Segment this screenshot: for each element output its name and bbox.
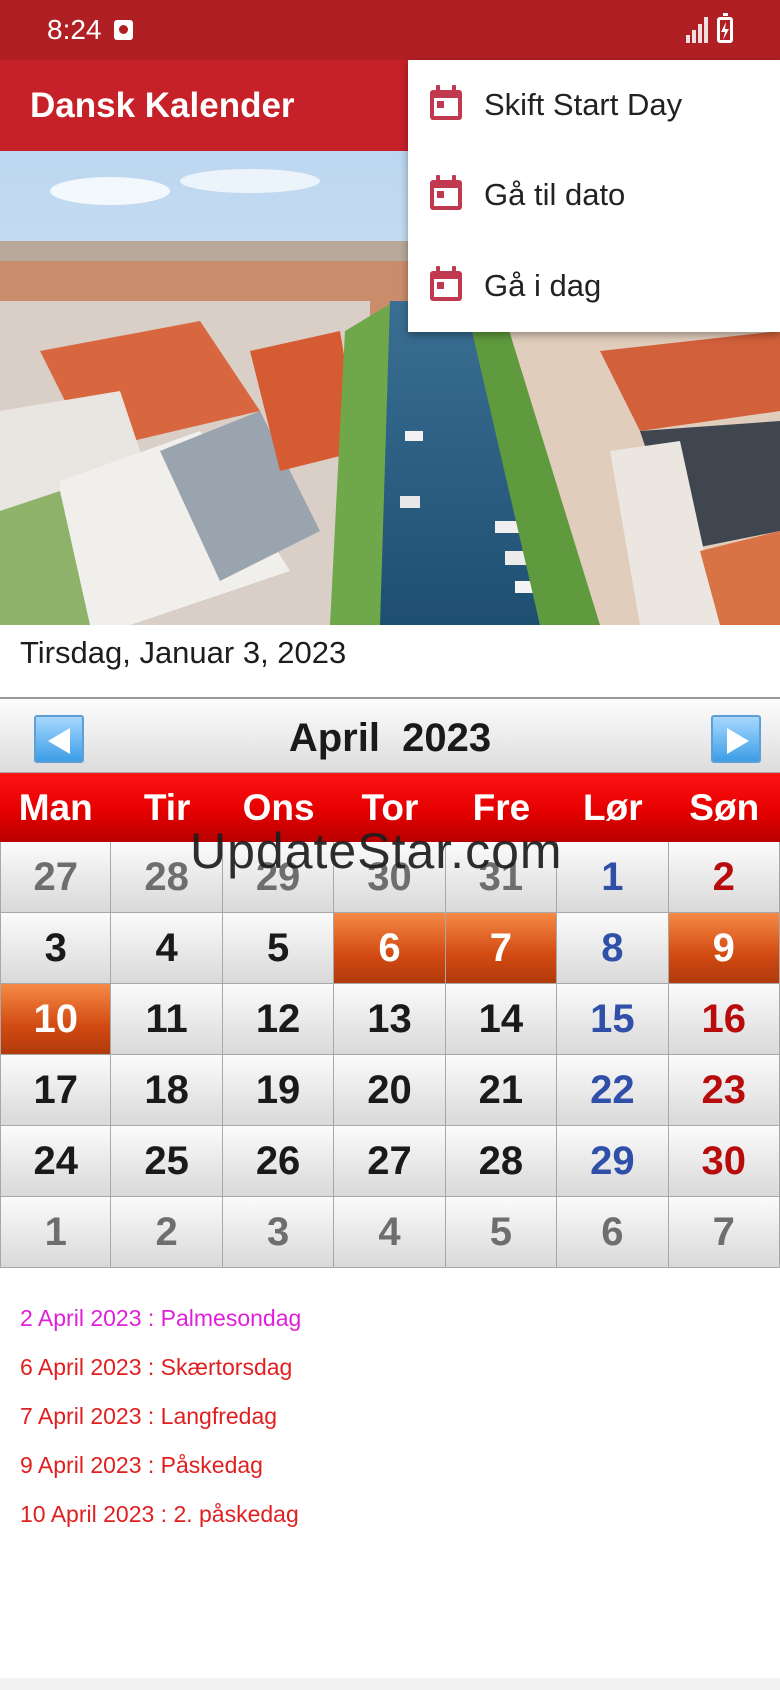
day-cell[interactable]: 12 <box>222 984 335 1055</box>
day-grid: 27 28 29 30 31 1 2 3 4 5 6 7 8 9 10 11 12 13 14 15 16 17 18 19 2… <box>0 842 780 1268</box>
holiday-item: 9 April 2023 : Påskedag <box>20 1452 263 1478</box>
current-date: Tirsdag, Januar 3, 2023 <box>20 635 347 670</box>
holiday-item: 7 April 2023 : Langfredag <box>20 1403 278 1429</box>
day-cell[interactable]: 7 <box>668 1197 780 1268</box>
calendar: April 2023 Man Tir Ons Tor Fre Lør Søn 2… <box>0 697 780 1268</box>
day-cell[interactable]: 29 <box>557 1126 669 1197</box>
menu-item-label: Gå til dato <box>484 177 626 212</box>
day-cell[interactable]: 2 <box>668 842 780 913</box>
day-cell[interactable]: 20 <box>334 1055 446 1126</box>
day-cell[interactable]: 5 <box>222 913 335 984</box>
day-cell[interactable]: 11 <box>111 984 223 1055</box>
day-cell[interactable]: 1 <box>557 842 669 913</box>
holiday-item: 2 April 2023 : Palmesondag <box>20 1305 302 1331</box>
weekday-label: Fre <box>472 787 531 828</box>
calendar-icon <box>430 85 462 120</box>
month-label: April 2023 <box>288 716 492 760</box>
day-cell[interactable]: 4 <box>334 1197 446 1268</box>
day-cell[interactable]: 19 <box>222 1055 335 1126</box>
day-cell[interactable]: 13 <box>334 984 446 1055</box>
day-cell[interactable]: 5 <box>445 1197 558 1268</box>
weekday-header: Man Tir Ons Tor Fre Lør Søn <box>0 773 780 842</box>
day-cell[interactable]: 25 <box>111 1126 223 1197</box>
day-cell[interactable]: 31 <box>445 842 558 913</box>
day-cell[interactable]: 8 <box>557 913 669 984</box>
day-cell[interactable]: 6 <box>334 913 446 984</box>
day-cell[interactable]: 29 <box>222 842 335 913</box>
day-cell[interactable]: 16 <box>668 984 780 1055</box>
menu-item-label: Gå i dag <box>484 268 602 303</box>
weekday-label: Ons <box>242 787 315 828</box>
day-cell[interactable]: 4 <box>111 913 223 984</box>
day-cell[interactable]: 28 <box>445 1126 558 1197</box>
menu-item-ga-til-dato[interactable]: Gå til dato <box>408 150 780 240</box>
next-month-button[interactable] <box>711 715 761 763</box>
calendar-icon <box>430 175 462 210</box>
app-title: Dansk Kalender <box>30 86 295 125</box>
day-cell[interactable]: 15 <box>557 984 669 1055</box>
day-cell[interactable]: 23 <box>668 1055 780 1126</box>
battery-icon <box>717 13 733 43</box>
day-cell[interactable]: 24 <box>0 1126 112 1197</box>
notification-icon <box>114 20 133 40</box>
status-bar: 8:24 <box>0 0 780 60</box>
day-cell[interactable]: 27 <box>334 1126 446 1197</box>
weekday-label: Søn <box>689 787 760 828</box>
day-cell[interactable]: 18 <box>111 1055 223 1126</box>
weekday-label: Tor <box>361 787 419 828</box>
day-cell[interactable]: 30 <box>334 842 446 913</box>
day-cell[interactable]: 14 <box>445 984 558 1055</box>
calendar-icon <box>430 266 462 301</box>
day-cell[interactable]: 30 <box>668 1126 780 1197</box>
day-cell[interactable]: 28 <box>111 842 223 913</box>
day-cell[interactable]: 6 <box>557 1197 669 1268</box>
status-time: 8:24 <box>47 14 102 45</box>
day-cell[interactable]: 7 <box>445 913 558 984</box>
day-cell[interactable]: 26 <box>222 1126 335 1197</box>
day-cell[interactable]: 10 <box>0 984 112 1055</box>
day-cell[interactable]: 9 <box>668 913 780 984</box>
weekday-label: Man <box>18 787 93 828</box>
day-cell[interactable]: 3 <box>0 913 112 984</box>
day-cell[interactable]: 27 <box>0 842 112 913</box>
day-cell[interactable]: 1 <box>0 1197 112 1268</box>
weekday-label: Lør <box>583 787 643 828</box>
signal-icon <box>686 17 710 43</box>
day-cell[interactable]: 17 <box>0 1055 112 1126</box>
navigation-bar <box>0 1678 780 1690</box>
overflow-menu: Skift Start Day Gå til dato Gå i dag <box>408 60 780 332</box>
holiday-list: 2 April 2023 : Palmesondag 6 April 2023 :… <box>20 1305 301 1550</box>
day-cell[interactable]: 3 <box>222 1197 335 1268</box>
day-cell[interactable]: 22 <box>557 1055 669 1126</box>
day-cell[interactable]: 21 <box>445 1055 558 1126</box>
holiday-item: 6 April 2023 : Skærtorsdag <box>20 1354 293 1380</box>
menu-item-skift-start-day[interactable]: Skift Start Day <box>408 60 780 150</box>
menu-item-label: Skift Start Day <box>484 87 683 122</box>
holiday-item: 10 April 2023 : 2. påskedag <box>20 1501 299 1527</box>
menu-item-ga-i-dag[interactable]: Gå i dag <box>408 241 780 331</box>
day-cell[interactable]: 2 <box>111 1197 223 1268</box>
calendar-header: April 2023 <box>0 699 780 773</box>
weekday-label: Tir <box>143 787 191 828</box>
